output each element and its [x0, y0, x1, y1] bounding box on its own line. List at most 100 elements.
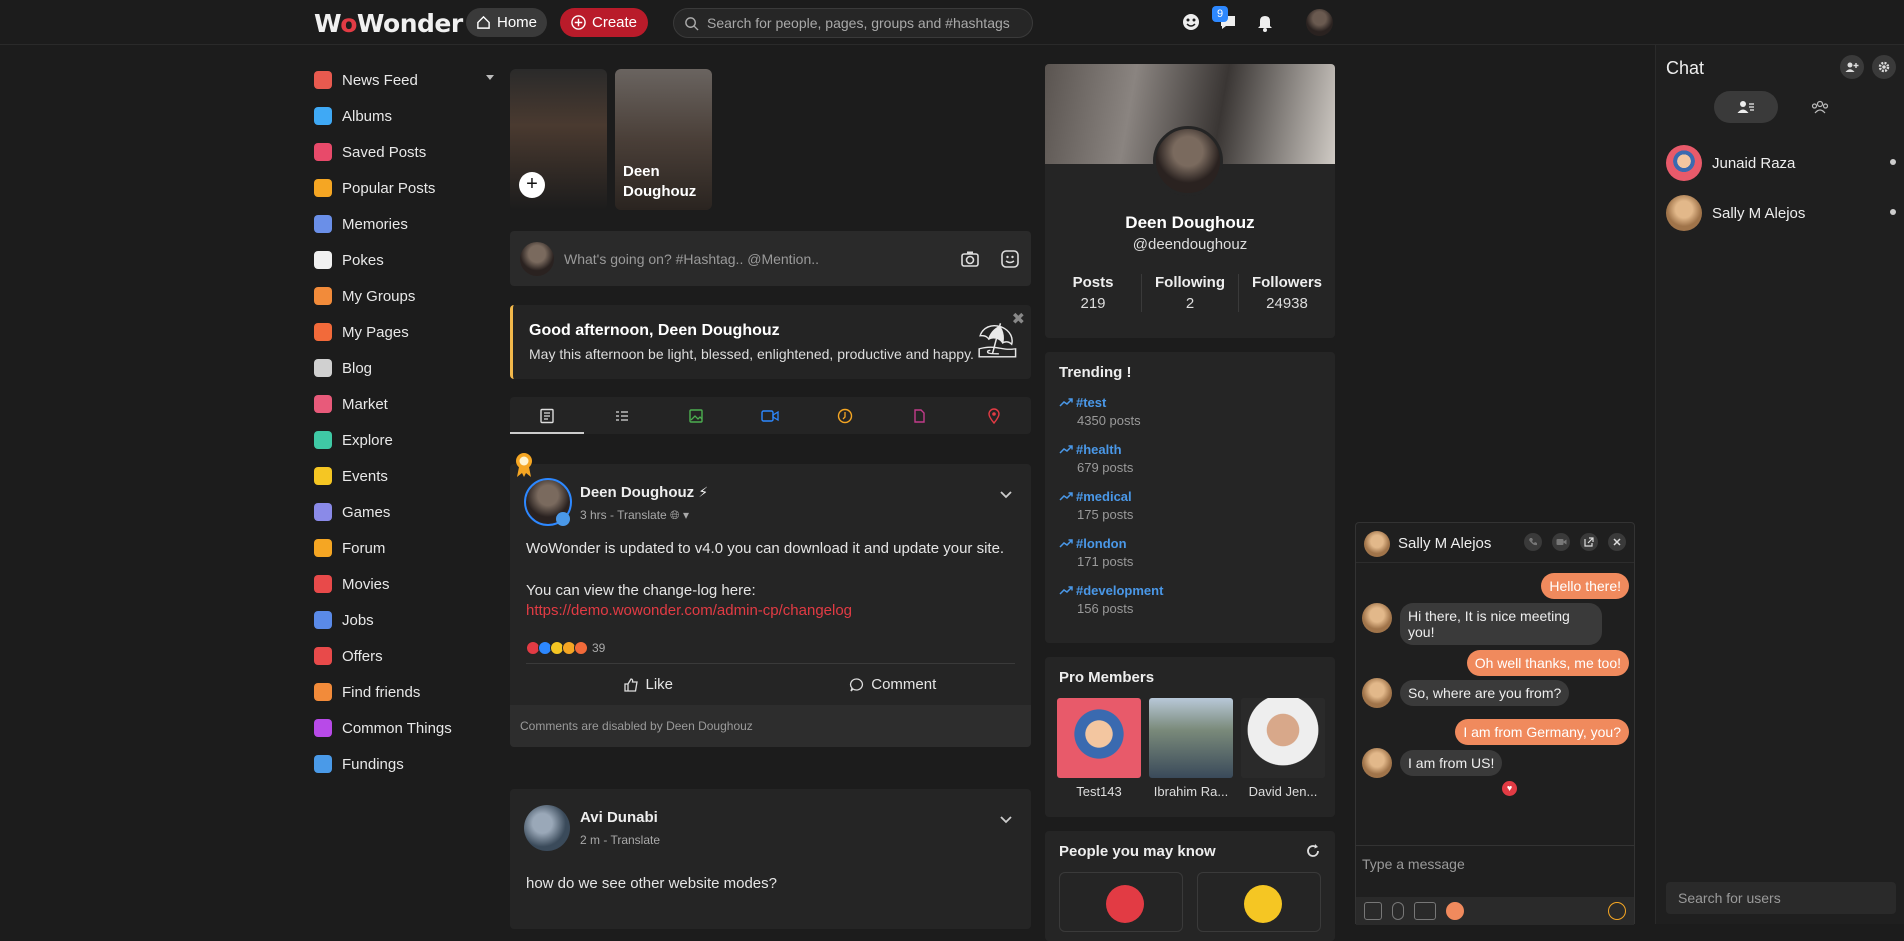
caret-down-icon[interactable]: ▾	[683, 508, 689, 522]
sticker-icon[interactable]	[999, 248, 1021, 270]
pro-badge-icon	[516, 453, 532, 477]
pro-member[interactable]: David Jen...	[1241, 698, 1325, 799]
phone-icon[interactable]	[1524, 533, 1542, 551]
greeting-text: May this afternoon be light, blessed, en…	[529, 346, 974, 362]
trending-tag[interactable]: #health	[1076, 442, 1122, 457]
trending-item[interactable]: #test 4350 posts	[1059, 395, 1321, 428]
add-story-icon[interactable]: +	[519, 172, 545, 198]
tab-groups[interactable]	[1788, 91, 1852, 123]
chat-user-item[interactable]: Sally M Alejos	[1666, 193, 1896, 233]
sidebar-item-find-friends[interactable]: Find friends	[314, 674, 494, 710]
sidebar-item-albums[interactable]: Albums	[314, 98, 494, 134]
changelog-link[interactable]: https://demo.wowonder.com/admin-cp/chang…	[526, 601, 1015, 621]
chevron-down-icon[interactable]	[999, 488, 1013, 502]
chat-search	[1666, 882, 1896, 914]
trending-item[interactable]: #development 156 posts	[1059, 583, 1321, 616]
camera-icon[interactable]	[959, 248, 981, 270]
create-story-card[interactable]: +	[510, 69, 607, 210]
globe-icon[interactable]: 🌐︎	[670, 508, 680, 522]
sidebar-item-saved-posts[interactable]: Saved Posts	[314, 134, 494, 170]
sidebar-item-explore[interactable]: Explore	[314, 422, 494, 458]
tab-text[interactable]	[584, 397, 658, 434]
pro-member[interactable]: Test143	[1057, 698, 1141, 799]
search-input[interactable]	[707, 15, 1027, 31]
stat-following[interactable]: Following 2	[1142, 274, 1239, 312]
sidebar-item-forum[interactable]: Forum	[314, 530, 494, 566]
color-picker-icon[interactable]	[1446, 902, 1464, 920]
sidebar-item-games[interactable]: Games	[314, 494, 494, 530]
stat-posts[interactable]: Posts 219	[1045, 274, 1142, 312]
story-card[interactable]: Deen Doughouz	[615, 69, 712, 210]
reactions-summary[interactable]: 39	[510, 621, 1031, 655]
tab-users[interactable]	[1714, 91, 1778, 123]
sidebar-item-pokes[interactable]: Pokes	[314, 242, 494, 278]
emoji-picker-icon[interactable]	[1608, 902, 1626, 920]
chat-partner-name[interactable]: Sally M Alejos	[1398, 535, 1491, 552]
profile-name[interactable]: Deen Doughouz	[1045, 213, 1335, 233]
pro-member[interactable]: Ibrahim Ra...	[1149, 698, 1233, 799]
microphone-icon[interactable]	[1392, 902, 1404, 920]
sidebar-item-my-pages[interactable]: My Pages	[314, 314, 494, 350]
post-author-name[interactable]: Deen Doughouz ⚡	[580, 484, 708, 501]
sidebar-item-common-things[interactable]: Common Things	[314, 710, 494, 746]
heart-reaction-icon: ♥	[1502, 781, 1517, 796]
trending-item[interactable]: #medical 175 posts	[1059, 489, 1321, 522]
sidebar-item-popular-posts[interactable]: Popular Posts	[314, 170, 494, 206]
sidebar-item-news-feed[interactable]: News Feed	[314, 62, 494, 98]
chat-user-item[interactable]: Junaid Raza	[1666, 143, 1896, 183]
close-chat-icon[interactable]	[1608, 533, 1626, 551]
suggested-user-card[interactable]	[1197, 872, 1321, 932]
sidebar-item-jobs[interactable]: Jobs	[314, 602, 494, 638]
home-button[interactable]: Home	[466, 8, 548, 37]
message-input[interactable]	[1356, 846, 1634, 882]
user-avatar[interactable]	[1306, 9, 1333, 36]
popout-icon[interactable]	[1580, 533, 1598, 551]
chat-partner-avatar[interactable]	[1364, 531, 1390, 557]
chevron-down-icon[interactable]	[999, 813, 1013, 827]
sidebar-item-fundings[interactable]: Fundings	[314, 746, 494, 782]
add-group-icon[interactable]	[1840, 55, 1864, 79]
tab-videos[interactable]	[733, 397, 807, 434]
suggested-user-card[interactable]	[1059, 872, 1183, 932]
like-button[interactable]: Like	[526, 664, 771, 705]
tab-places[interactable]	[957, 397, 1031, 434]
trending-item[interactable]: #health 679 posts	[1059, 442, 1321, 475]
post-author-name[interactable]: Avi Dunabi	[580, 809, 658, 826]
sidebar-item-offers[interactable]: Offers	[314, 638, 494, 674]
trending-tag[interactable]: #medical	[1076, 489, 1132, 504]
bell-icon[interactable]	[1254, 11, 1276, 33]
tab-files[interactable]	[882, 397, 956, 434]
suggested-user-avatar	[1106, 885, 1144, 923]
caret-down-icon[interactable]	[486, 75, 494, 80]
post-author-avatar[interactable]	[524, 805, 570, 851]
trending-tag[interactable]: #test	[1076, 395, 1106, 410]
comments-disabled-note: Comments are disabled by Deen Doughouz	[510, 705, 1031, 747]
sidebar-item-events[interactable]: Events	[314, 458, 494, 494]
tab-photos[interactable]	[659, 397, 733, 434]
chat-search-input[interactable]	[1666, 882, 1896, 914]
sidebar-item-movies[interactable]: Movies	[314, 566, 494, 602]
tab-music[interactable]	[808, 397, 882, 434]
sidebar-item-market[interactable]: Market	[314, 386, 494, 422]
settings-gear-icon[interactable]	[1872, 55, 1896, 79]
trending-tag[interactable]: #development	[1076, 583, 1163, 598]
stat-followers[interactable]: Followers 24938	[1239, 274, 1335, 312]
sidebar-item-label: News Feed	[342, 71, 418, 89]
sidebar-item-memories[interactable]: Memories	[314, 206, 494, 242]
refresh-icon[interactable]	[1305, 843, 1321, 859]
chat-user-avatar	[1666, 145, 1702, 181]
sidebar-item-blog[interactable]: Blog	[314, 350, 494, 386]
video-call-icon[interactable]	[1552, 533, 1570, 551]
trending-item[interactable]: #london 171 posts	[1059, 536, 1321, 569]
sidebar-item-my-groups[interactable]: My Groups	[314, 278, 494, 314]
create-button[interactable]: Create	[560, 8, 649, 37]
trending-tag[interactable]: #london	[1076, 536, 1127, 551]
comment-button[interactable]: Comment	[771, 664, 1016, 705]
emoji-icon[interactable]	[1180, 11, 1202, 33]
tab-all[interactable]	[510, 397, 585, 434]
logo[interactable]: WoWonder	[314, 9, 463, 38]
profile-avatar[interactable]	[1153, 126, 1223, 196]
gif-icon[interactable]	[1414, 902, 1436, 920]
attach-file-icon[interactable]	[1364, 902, 1382, 920]
composer-input[interactable]	[564, 250, 944, 267]
